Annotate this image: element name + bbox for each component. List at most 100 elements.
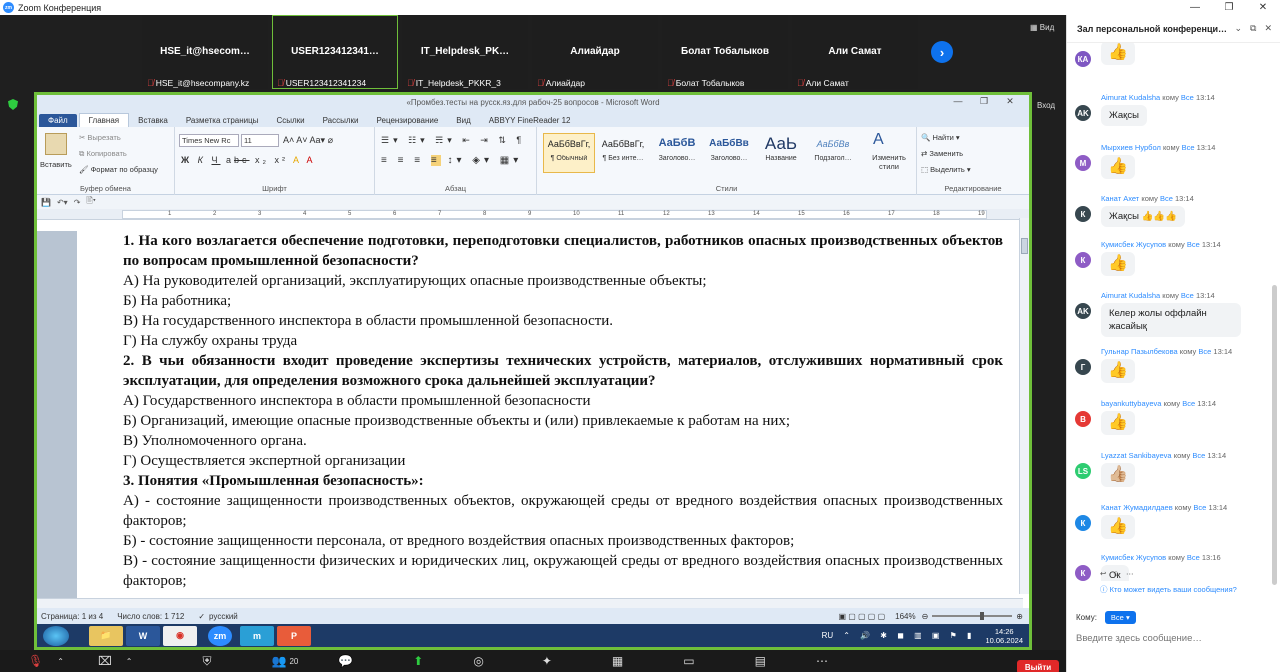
doc-paragraph[interactable]: В) - состояние защищенности физических и… [123, 551, 1003, 591]
tray-icons[interactable]: ⌃ 🔊 ✱ ◼ ▥ ▣ ⚑ ▮ [843, 631, 975, 640]
tab-file[interactable]: Файл [39, 114, 77, 127]
share-screen-icon[interactable]: ⬆ [413, 650, 423, 672]
powerpoint-icon[interactable]: P [277, 625, 311, 646]
avatar[interactable]: К [1075, 515, 1091, 531]
style-heading1[interactable]: АаБбВ Заголово… [651, 133, 703, 173]
tab-layout[interactable]: Разметка страницы [177, 114, 268, 127]
style-heading2[interactable]: АаБбВв Заголово… [703, 133, 755, 173]
zoom-out-icon[interactable]: ⊖ [922, 612, 929, 621]
input-language[interactable]: RU [822, 631, 834, 640]
spellcheck-icon[interactable]: ✓ [198, 612, 205, 621]
doc-paragraph[interactable]: Б) На работника; [123, 291, 1003, 311]
more-icon[interactable]: ⋯ [1126, 569, 1134, 578]
reactions-icon[interactable]: ✦ [542, 650, 552, 672]
align-buttons[interactable]: ≡ ≡ ≡ ≡ ↕▾ ◈▾ ▦▾ [381, 155, 522, 166]
avatar[interactable]: Г [1075, 359, 1091, 375]
participants-icon[interactable]: 👥 [271, 650, 286, 672]
word-minimize-icon[interactable]: — [945, 96, 971, 107]
word-maximize-icon[interactable]: ❐ [971, 96, 997, 107]
mute-icon[interactable]: 🎙 [28, 650, 43, 672]
change-styles-button[interactable]: Изменить стили [867, 153, 911, 171]
format-painter-button[interactable]: 🖌 Формат по образцу [79, 165, 158, 174]
next-page-button[interactable]: › [931, 41, 953, 63]
recipient-select[interactable]: Все ▾ [1104, 610, 1136, 624]
view-button[interactable]: ▦ Вид [1030, 23, 1054, 32]
explorer-icon[interactable]: 📁 [89, 625, 123, 646]
doc-paragraph[interactable]: 3. Понятия «Промышленная безопасность»: [123, 471, 1003, 491]
save-icon[interactable]: 💾 [41, 198, 51, 207]
minimize-icon[interactable]: — [1178, 2, 1212, 13]
font-name-select[interactable]: Times New Rc [179, 134, 239, 147]
tab-view[interactable]: Вид [447, 114, 479, 127]
vertical-scrollbar[interactable] [1019, 218, 1029, 594]
zoom-slider[interactable] [932, 612, 1013, 620]
paste-button[interactable]: Вставить [40, 160, 72, 169]
doc-paragraph[interactable]: 2. В чьи обязанности входит проведение э… [123, 351, 1003, 391]
chat-message-input[interactable] [1076, 631, 1271, 645]
doc-paragraph[interactable]: 1. На кого возлагается обеспечение подго… [123, 231, 1003, 271]
reply-icon[interactable]: ↩ [1100, 569, 1106, 578]
language-indicator[interactable]: русский [209, 612, 238, 621]
tab-insert[interactable]: Вставка [129, 114, 177, 127]
exit-fullscreen-button[interactable]: Вход [1037, 101, 1055, 110]
doc-paragraph[interactable]: А) - состояние защищенности производстве… [123, 491, 1003, 531]
grow-font-icon[interactable]: A˄ A˅ Aa▾ ⌀ [283, 135, 333, 146]
avatar[interactable]: К [1075, 206, 1091, 222]
emoji-react-icon[interactable]: ☺ [1112, 569, 1120, 578]
avatar[interactable]: B [1075, 411, 1091, 427]
security-icon[interactable]: ⛨ [202, 650, 211, 672]
doc-paragraph[interactable]: Г) Осуществляется экспертной организации [123, 451, 1003, 471]
doc-paragraph[interactable]: В) Уполномоченного органа. [123, 431, 1003, 451]
change-styles-icon[interactable]: A [873, 131, 884, 149]
word-taskbar-icon[interactable]: W [126, 625, 160, 646]
clock[interactable]: 14:26 10.06.2024 [985, 627, 1023, 645]
participant-tile[interactable]: Алиайдар 🎙̸ Алиайдар [532, 15, 658, 89]
tab-abbyy[interactable]: ABBYY FineReader 12 [480, 114, 580, 127]
more-options-icon[interactable]: ⋯ [816, 650, 828, 672]
paste-icon[interactable] [45, 133, 67, 155]
avatar[interactable]: КА [1075, 51, 1091, 67]
redo-icon[interactable]: ↷ [74, 198, 81, 207]
chrome-icon[interactable]: ◉ [163, 625, 197, 646]
popout-icon[interactable]: ⧉ [1250, 23, 1256, 34]
apps-icon[interactable]: ▦ [612, 650, 623, 672]
doc-paragraph[interactable]: А) Государственного инспектора в области… [123, 391, 1003, 411]
doc-paragraph[interactable]: Б) Организаций, имеющие опасные производ… [123, 411, 1003, 431]
word-close-icon[interactable]: ✕ [997, 96, 1023, 107]
doc-paragraph[interactable]: Г) На службу охраны труда [123, 331, 1003, 351]
doc-paragraph[interactable]: Б) - состояние защищенности персонала, о… [123, 531, 1003, 551]
avatar[interactable]: LS [1075, 463, 1091, 479]
select-button[interactable]: ⬚ Выделить ▾ [921, 165, 971, 174]
avatar[interactable]: К [1075, 252, 1091, 268]
horizontal-scrollbar[interactable] [37, 598, 1023, 608]
audio-options-icon[interactable]: ⌃ [57, 650, 64, 672]
zoom-taskbar-icon[interactable]: zm [208, 625, 232, 646]
participant-tile[interactable]: Али Самат 🎙̸ Али Самат [792, 15, 918, 89]
view-layout-icons[interactable]: ▣ ▢ ▢ ▢ ▢ [838, 612, 885, 621]
notes-icon[interactable]: ▤ [755, 650, 766, 672]
close-chat-icon[interactable]: ✕ [1264, 23, 1272, 34]
tab-references[interactable]: Ссылки [267, 114, 313, 127]
maximize-icon[interactable]: ❐ [1212, 2, 1246, 13]
participant-tile[interactable]: HSE_it@hsecom… 🎙̸ HSE_it@hsecompany.kz [142, 15, 268, 89]
participant-tile[interactable]: Болат Тобалыков 🎙̸ Болат Тобалыков [662, 15, 788, 89]
word-count[interactable]: Число слов: 1 712 [117, 612, 184, 621]
tab-review[interactable]: Рецензирование [368, 114, 448, 127]
avatar[interactable]: М [1075, 155, 1091, 171]
close-icon[interactable]: ✕ [1246, 2, 1280, 13]
style-subtitle[interactable]: АаБбВв Подзагол… [807, 133, 859, 173]
horizontal-ruler[interactable]: 1 2 3 4 5 6 7 8 9 10 11 12 13 14 15 16 17 18 19 [37, 209, 1029, 220]
record-icon[interactable]: ◎ [473, 650, 483, 672]
page-count[interactable]: Страница: 1 из 4 [41, 612, 103, 621]
scroll-thumb[interactable] [1021, 238, 1028, 254]
find-button[interactable]: 🔍 Найти ▾ [921, 133, 960, 142]
video-options-icon[interactable]: ⌃ [126, 650, 133, 672]
document-page[interactable]: 1. На кого возлагается обеспечение подго… [77, 231, 1023, 601]
chat-scrollbar[interactable] [1272, 285, 1277, 585]
participant-tile-active[interactable]: USER123412341… 🎙̸ USER123412341234 [272, 15, 398, 89]
avatar[interactable]: AK [1075, 303, 1091, 319]
avatar[interactable]: AK [1075, 105, 1091, 121]
print-preview-icon[interactable]: 🖹▾ [86, 195, 95, 209]
style-title[interactable]: АаЬ Название [755, 133, 807, 173]
chat-icon[interactable]: 💬 [338, 650, 353, 672]
